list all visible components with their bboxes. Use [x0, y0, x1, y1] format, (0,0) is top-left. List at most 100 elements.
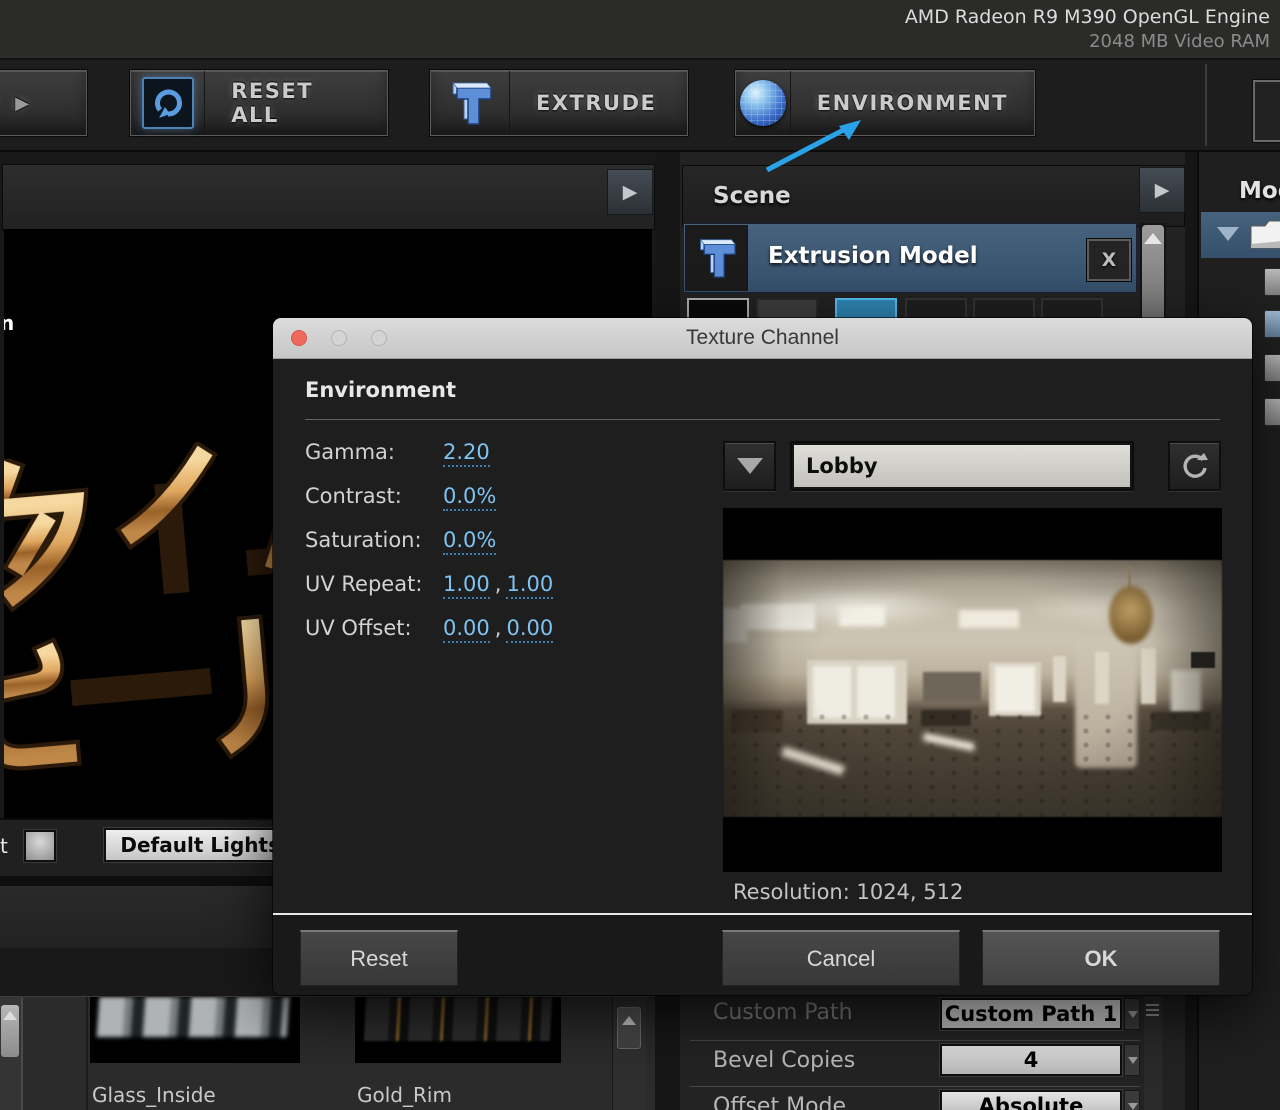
- materials-right-scrollbar[interactable]: [612, 997, 646, 1110]
- gamma-label: Gamma:: [305, 440, 395, 464]
- cancel-button[interactable]: Cancel: [722, 930, 960, 986]
- texture-channel-dialog: Texture Channel Environment Gamma: 2.20 …: [273, 318, 1252, 995]
- texture-preview: [723, 508, 1222, 872]
- vram-text: 2048 MB Video RAM: [1089, 31, 1270, 52]
- contrast-value-link[interactable]: 0.0%: [443, 484, 496, 511]
- dropdown-triangle-icon: [737, 458, 763, 474]
- contrast-row: Contrast: 0.0%: [305, 484, 715, 512]
- offset-mode-value: Absolute: [979, 1094, 1084, 1110]
- uv-repeat-label: UV Repeat:: [305, 572, 422, 596]
- saturation-label: Saturation:: [305, 528, 422, 552]
- lobby-panorama-image: [723, 560, 1222, 817]
- row-divider: [690, 1040, 1140, 1041]
- redo-button[interactable]: EDO ▶: [0, 70, 87, 136]
- properties-panel: Custom Path Custom Path 1 Bevel Copies 4…: [680, 996, 1165, 1110]
- extrusion-model-icon-cell: [685, 225, 748, 291]
- texture-name-value: Lobby: [794, 445, 1130, 487]
- extrusion-model-label: Extrusion Model: [768, 243, 978, 269]
- uv-repeat-row: UV Repeat: 1.00,1.00: [305, 572, 715, 600]
- panel-divider: [86, 997, 88, 1110]
- ok-button[interactable]: OK: [982, 930, 1220, 986]
- cancel-button-label: Cancel: [807, 946, 875, 972]
- scene-title: Scene: [713, 183, 791, 209]
- extrusion-model-icon: [695, 236, 737, 280]
- reset-all-button[interactable]: RESET ALL: [130, 70, 388, 136]
- gamma-value-link[interactable]: 2.20: [443, 440, 490, 467]
- extrude-label: EXTRUDE: [510, 71, 682, 135]
- materials-panel: Glass_Inside Gold_Rim: [0, 996, 655, 1110]
- materials-left-scrollbar[interactable]: [0, 997, 23, 1110]
- model-item-icon[interactable]: [1264, 398, 1280, 426]
- gold-preview-image: [364, 997, 552, 1041]
- section-divider: [305, 419, 1220, 420]
- value-separator: ,: [495, 572, 502, 596]
- models-selected-row[interactable]: [1201, 212, 1280, 258]
- bevel-copies-value: 4: [1024, 1048, 1039, 1072]
- row-divider: [690, 1086, 1140, 1087]
- gpu-name-text: AMD Radeon R9 M390 OpenGL Engine: [905, 6, 1270, 28]
- reload-icon: [1181, 452, 1209, 480]
- toolbar-partial-button[interactable]: [1253, 80, 1280, 142]
- uv-offset-x-link[interactable]: 0.00: [443, 616, 490, 643]
- material-label-gold: Gold_Rim: [357, 1083, 452, 1107]
- main-toolbar: EDO ▶ RESET ALL: [0, 60, 1280, 152]
- lights-clipped-label: t: [0, 834, 8, 858]
- expand-triangle-icon: [1217, 227, 1239, 241]
- dialog-footer: Reset Cancel OK: [273, 915, 1252, 995]
- uv-repeat-x-link[interactable]: 1.00: [443, 572, 490, 599]
- offset-mode-label: Offset Mode: [713, 1094, 846, 1110]
- properties-scrollbar[interactable]: [1144, 996, 1162, 1110]
- glass-preview-image: [97, 997, 290, 1037]
- scene-item-extrusion-model[interactable]: Extrusion Model X: [683, 223, 1137, 293]
- reload-texture-button[interactable]: [1168, 441, 1221, 491]
- texture-dropdown-button[interactable]: [723, 441, 776, 491]
- folder-icon: [1249, 218, 1280, 252]
- viewport-collapse-button[interactable]: ▶: [607, 169, 653, 215]
- toolbar-divider: [1205, 64, 1207, 146]
- lights-checkbox[interactable]: [24, 830, 56, 862]
- scene-collapse-button[interactable]: ▶: [1139, 167, 1185, 213]
- contrast-label: Contrast:: [305, 484, 402, 508]
- scroll-up-icon: [1144, 233, 1162, 244]
- saturation-row: Saturation: 0.0%: [305, 528, 715, 556]
- environment-section-heading: Environment: [305, 378, 456, 402]
- offset-mode-field[interactable]: Absolute: [940, 1090, 1122, 1110]
- viewport-panel-header: ▶: [2, 164, 655, 230]
- reset-button-label: Reset: [350, 946, 407, 972]
- custom-path-value: Custom Path 1: [945, 1002, 1117, 1026]
- models-panel-title: Mod: [1239, 178, 1280, 204]
- bevel-copies-label: Bevel Copies: [713, 1048, 855, 1073]
- bevel-copies-field[interactable]: 4: [940, 1044, 1122, 1076]
- material-thumbnail-gold[interactable]: [355, 997, 561, 1063]
- model-item-icon[interactable]: [1264, 354, 1280, 382]
- value-separator: ,: [495, 616, 502, 640]
- material-thumbnail-glass[interactable]: [90, 997, 300, 1063]
- scroll-up-icon: [3, 1011, 17, 1020]
- dialog-title: Texture Channel: [273, 326, 1252, 350]
- delete-model-button[interactable]: X: [1087, 239, 1131, 281]
- uv-offset-y-link[interactable]: 0.00: [506, 616, 553, 643]
- model-item-icon-selected[interactable]: [1264, 310, 1280, 338]
- custom-path-dropdown-icon[interactable]: [1124, 998, 1140, 1030]
- ok-button-label: OK: [1085, 946, 1118, 972]
- model-item-icon[interactable]: [1264, 268, 1280, 296]
- uv-offset-row: UV Offset: 0.00,0.00: [305, 616, 715, 644]
- redo-arrow-icon: ▶: [15, 93, 30, 114]
- bevel-copies-dropdown-icon[interactable]: [1124, 1044, 1140, 1076]
- extrude-icon: [447, 79, 493, 127]
- texture-name-field[interactable]: Lobby: [790, 441, 1134, 491]
- material-label-glass: Glass_Inside: [92, 1083, 216, 1107]
- uv-offset-label: UV Offset:: [305, 616, 412, 640]
- uv-repeat-y-link[interactable]: 1.00: [506, 572, 553, 599]
- reset-button[interactable]: Reset: [300, 930, 458, 986]
- annotation-arrow: [745, 98, 880, 183]
- dialog-titlebar[interactable]: Texture Channel: [273, 318, 1252, 359]
- custom-path-field[interactable]: Custom Path 1: [940, 998, 1122, 1030]
- saturation-value-link[interactable]: 0.0%: [443, 528, 496, 555]
- extrude-button[interactable]: EXTRUDE: [430, 70, 688, 136]
- offset-mode-dropdown-icon[interactable]: [1124, 1090, 1140, 1110]
- viewport-clipped-text: n: [4, 311, 14, 335]
- default-lights-label: Default Lights: [120, 833, 280, 857]
- default-lights-field[interactable]: Default Lights: [104, 828, 286, 862]
- gamma-row: Gamma: 2.20: [305, 440, 715, 468]
